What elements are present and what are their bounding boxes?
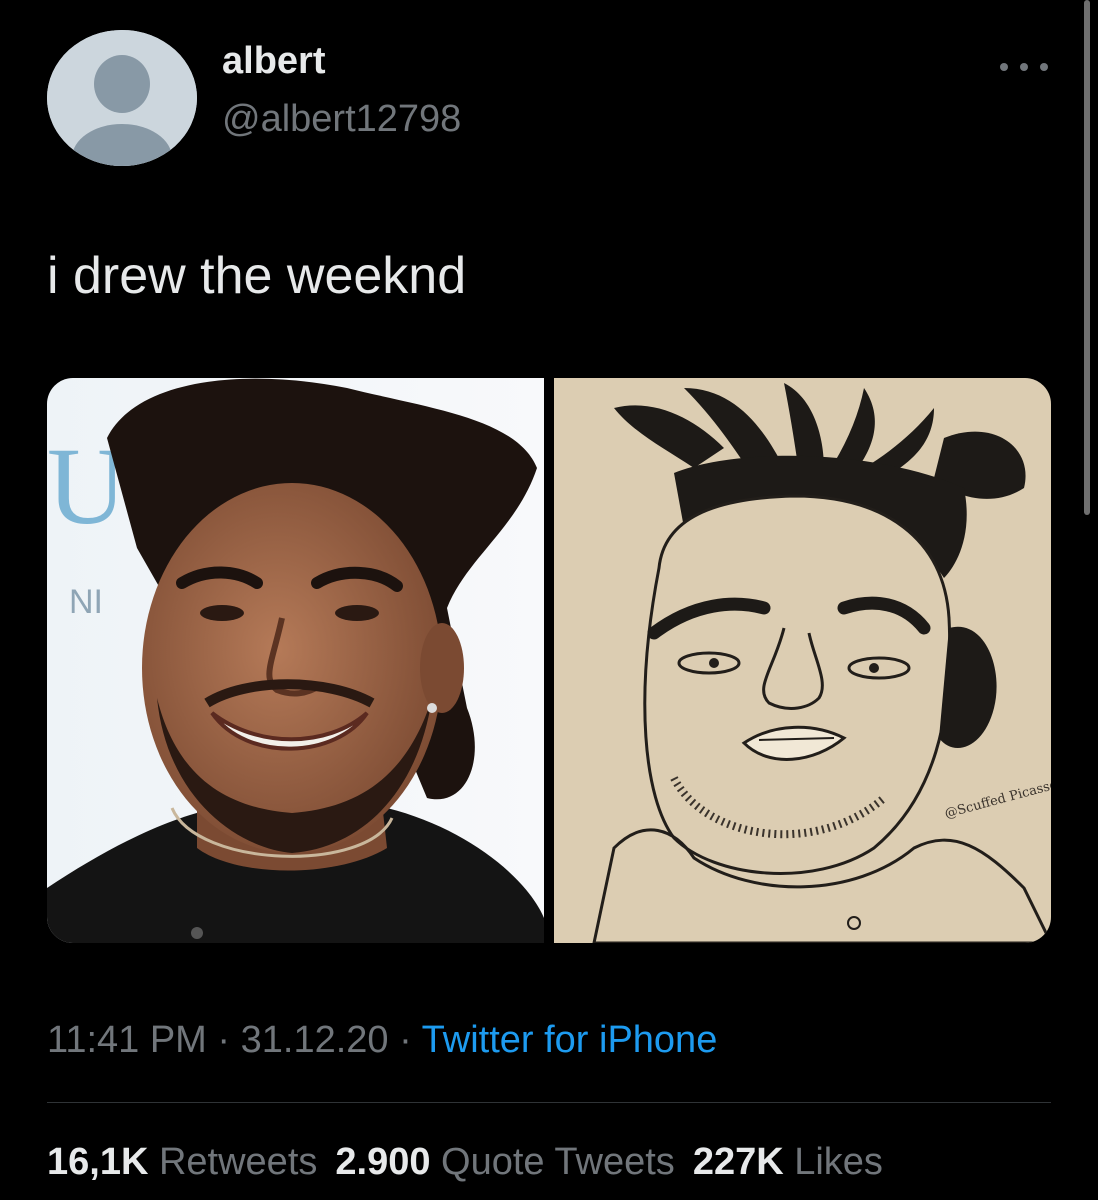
- tweet-text: i drew the weeknd: [47, 247, 467, 305]
- media-photo-right[interactable]: @Scuffed Picasso: [554, 378, 1051, 943]
- backdrop-sign-subtext: NI: [69, 583, 103, 621]
- retweets-label: Retweets: [158, 1141, 318, 1183]
- tweet-date[interactable]: 31.12.20: [241, 1019, 389, 1061]
- retweets-count: 16,1K: [47, 1141, 149, 1183]
- tweet-stats: 16,1K Retweets 2.900 Quote Tweets 227K Lik…: [47, 1140, 901, 1186]
- quote-tweets-stat[interactable]: 2.900 Quote Tweets: [335, 1141, 674, 1183]
- more-dots-icon[interactable]: [1000, 52, 1048, 82]
- meta-separator: ·: [399, 1019, 412, 1061]
- dot: [1000, 63, 1008, 71]
- quote-tweets-count: 2.900: [335, 1141, 431, 1183]
- likes-count: 227K: [692, 1141, 784, 1183]
- tweet-source-link[interactable]: Twitter for iPhone: [422, 1019, 718, 1061]
- display-name[interactable]: albert: [222, 42, 325, 80]
- default-avatar-icon: [47, 30, 197, 166]
- photo-image: U NI: [47, 378, 544, 943]
- likes-stat[interactable]: 227K Likes: [693, 1141, 883, 1183]
- meta-separator: ·: [217, 1019, 231, 1061]
- likes-label: Likes: [794, 1141, 883, 1183]
- tweet-time[interactable]: 11:41 PM: [47, 1019, 207, 1061]
- avatar[interactable]: [47, 30, 197, 166]
- scrollbar[interactable]: [1084, 0, 1090, 515]
- media-photo-left[interactable]: U NI: [47, 378, 544, 943]
- tweet-media: U NI @Scuffed Picasso: [47, 378, 1051, 943]
- drawing-image: @Scuffed Picasso: [554, 378, 1051, 943]
- dot: [1020, 63, 1028, 71]
- user-handle[interactable]: @albert12798: [222, 100, 461, 138]
- divider: [47, 1102, 1051, 1103]
- tweet-meta: 11:41 PM · 31.12.20 · Twitter for iPhone: [47, 1018, 717, 1064]
- quote-tweets-label: Quote Tweets: [441, 1141, 675, 1183]
- retweets-stat[interactable]: 16,1K Retweets: [47, 1141, 317, 1183]
- dot: [1040, 63, 1048, 71]
